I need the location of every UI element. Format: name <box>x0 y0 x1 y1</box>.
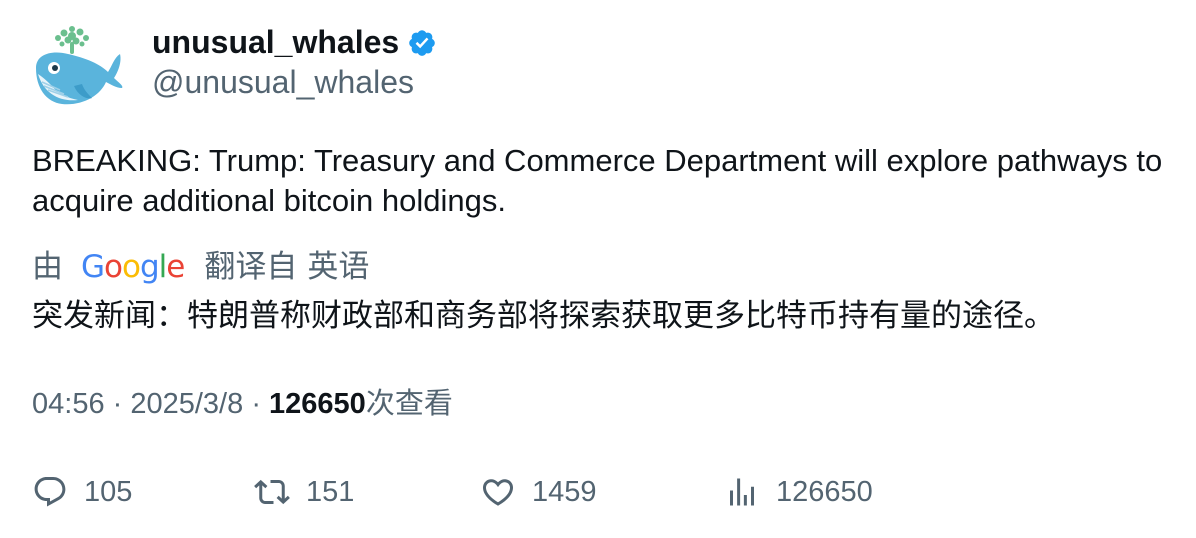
reply-icon <box>34 477 66 507</box>
translated-text: 突发新闻：特朗普称财政部和商务部将探索获取更多比特币持有量的途径。 <box>32 298 1055 333</box>
verified-badge-icon[interactable] <box>407 28 437 58</box>
like-button[interactable]: 1459 <box>480 470 597 514</box>
views-action-count: 126650 <box>776 476 873 508</box>
tweet-text: BREAKING: Trump: Treasury and Commerce D… <box>32 143 1163 218</box>
heart-icon <box>482 479 514 506</box>
tweet-card: { "author": { "display_name": "unusual_w… <box>0 0 1196 538</box>
views-label: 次查看 <box>365 388 453 420</box>
reply-count: 105 <box>84 476 133 508</box>
meta-separator: · <box>112 388 131 420</box>
bar-chart-icon <box>730 478 754 506</box>
tweet-meta: 04:56 · 2025/3/8 · 126650次查看 <box>32 384 453 424</box>
retweet-icon <box>254 479 290 505</box>
action-bar: 105 151 1459 126650 <box>32 470 1172 514</box>
source-language: 英语 <box>307 249 370 284</box>
like-count: 1459 <box>532 476 597 508</box>
tweet-time[interactable]: 04:56 <box>32 388 105 420</box>
avatar[interactable] <box>30 24 126 114</box>
google-logo: Google <box>81 249 185 285</box>
reply-button[interactable]: 105 <box>32 470 132 514</box>
display-name[interactable]: unusual_whales <box>152 22 399 62</box>
tweet-date[interactable]: 2025/3/8 <box>130 388 243 420</box>
meta-separator: · <box>251 388 270 420</box>
views-count: 126650 <box>269 388 366 420</box>
author-handle[interactable]: @unusual_whales <box>152 62 414 102</box>
author-name-row: unusual_whales <box>152 22 437 62</box>
translated-by-label: 由 <box>32 249 63 284</box>
views-button[interactable]: 126650 <box>724 470 873 514</box>
retweet-count: 151 <box>306 476 355 508</box>
whale-avatar-icon <box>36 26 123 105</box>
translated-from-label: 翻译自 <box>204 249 298 284</box>
retweet-button[interactable]: 151 <box>254 470 354 514</box>
translation-attribution[interactable]: 由 Google 翻译自 英语 <box>32 247 369 287</box>
